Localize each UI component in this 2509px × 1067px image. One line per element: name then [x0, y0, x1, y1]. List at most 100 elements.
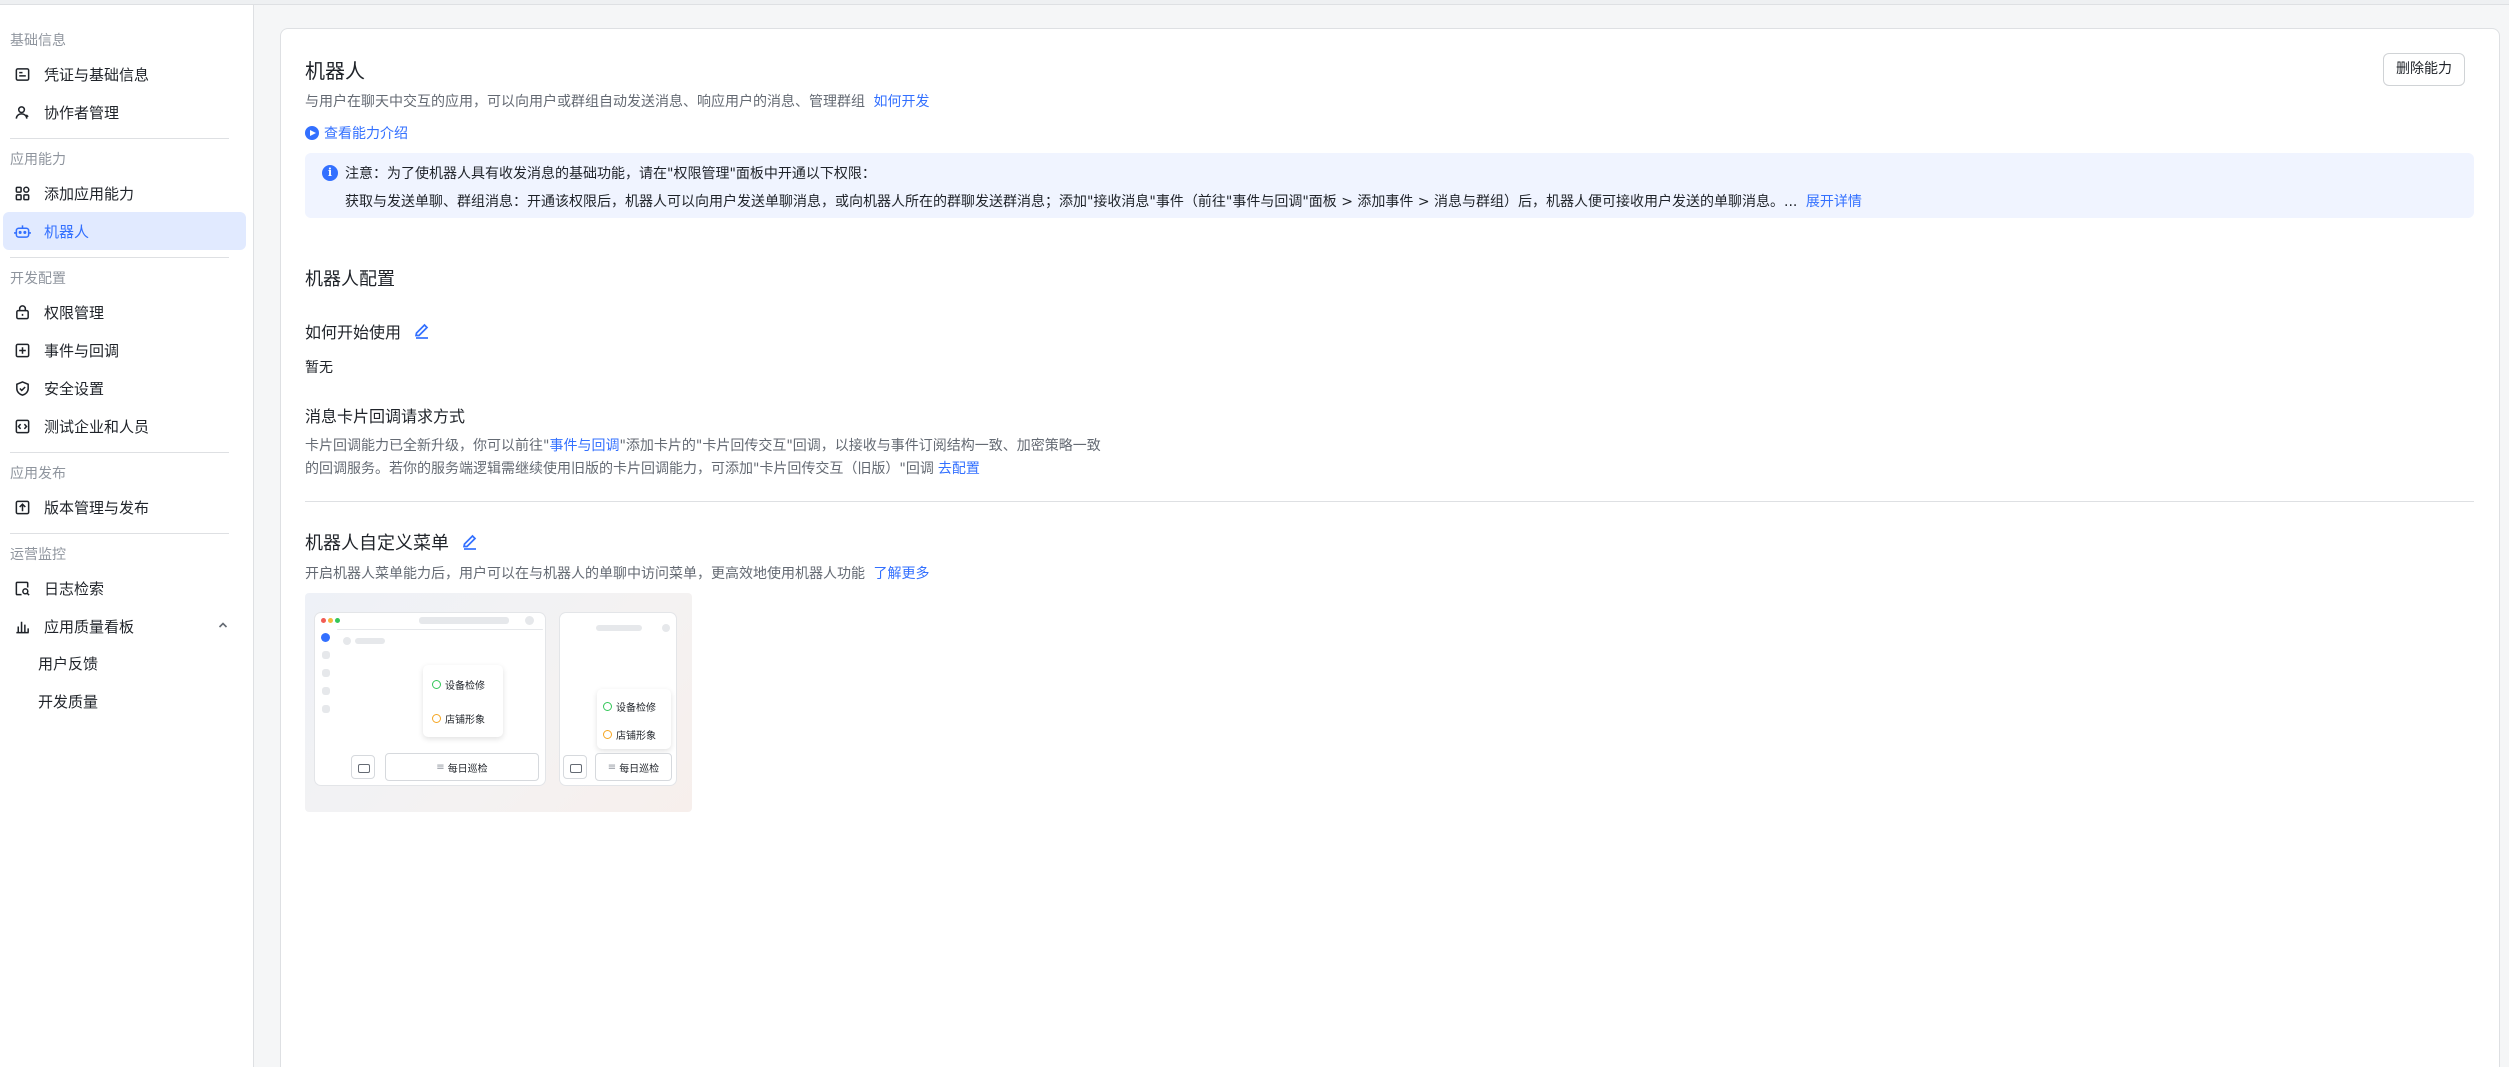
sidebar-divider: [10, 138, 229, 139]
sidebar-icon: [322, 687, 330, 695]
robot-icon: [12, 221, 32, 241]
learn-more-link[interactable]: 了解更多: [873, 566, 929, 582]
how-to-start-label: 如何开始使用: [305, 323, 402, 342]
store-icon: [603, 730, 612, 739]
sidebar-subitem[interactable]: 用户反馈: [0, 645, 253, 683]
custom-menu-description-row: 开启机器人菜单能力后，用户可以在与机器人的单聊中访问菜单，更高效地使用机器人功能…: [305, 563, 929, 583]
window-dot: [335, 618, 340, 623]
app-logo-icon: [321, 633, 330, 642]
view-intro-label: 查看能力介绍: [324, 126, 408, 142]
sidebar-item-label: 安全设置: [44, 379, 105, 398]
sidebar-divider: [10, 452, 229, 453]
menu-item-label: 店铺形象: [616, 731, 656, 742]
menu-item-label: 每日巡检: [447, 763, 488, 775]
menu-item-label: 每日巡检: [619, 763, 660, 775]
sidebar-item-label: 添加应用能力: [44, 184, 135, 203]
sidebar-item-credential[interactable]: 凭证与基础信息: [3, 55, 246, 93]
menu-item-store-image: 店铺形象: [432, 711, 485, 726]
wrench-icon: [603, 702, 612, 711]
menu-preview-image: 设备检修 店铺形象 ≡ 每日巡检 设备检修 店铺形象 ≡ 每日巡检: [305, 593, 692, 812]
chevron-up-icon[interactable]: [216, 618, 230, 632]
camera-icon: [351, 755, 375, 779]
sidebar-group-title: 基础信息: [10, 33, 66, 49]
sidebar-item-bar-chart[interactable]: 应用质量看板: [3, 607, 246, 645]
store-icon: [432, 714, 441, 723]
sidebar-item-event-callback[interactable]: 事件与回调: [3, 331, 246, 369]
card-callback-description: 卡片回调能力已全新升级，你可以前往"事件与回调"添加卡片的"卡片回传交互"回调，…: [305, 435, 1101, 481]
notice-line-1: 注意：为了使机器人具有收发消息的基础功能，请在"权限管理"面板中开通以下权限：: [345, 166, 876, 182]
shield-icon: [12, 378, 32, 398]
sidebar-divider: [10, 257, 229, 258]
window-dot: [321, 618, 326, 623]
expand-details-link[interactable]: 展开详情: [1806, 194, 1862, 210]
sidebar-item-label: 事件与回调: [44, 341, 120, 360]
sidebar-subitem[interactable]: 开发质量: [0, 683, 253, 721]
sidebar-item-upload[interactable]: 版本管理与发布: [3, 488, 246, 526]
how-to-start-row: 如何开始使用: [305, 319, 431, 343]
test-icon: [12, 416, 32, 436]
window-avatar: [525, 616, 534, 625]
description-text: 与用户在聊天中交互的应用，可以向用户或群组自动发送消息、响应用户的消息、管理群组: [305, 94, 865, 110]
sidebar-group-title: 运营监控: [10, 547, 66, 563]
info-icon: i: [322, 165, 338, 181]
bar-chart-icon: [12, 616, 32, 636]
sidebar-item-user-manage[interactable]: 协作者管理: [3, 93, 246, 131]
edit-icon[interactable]: [461, 533, 479, 551]
desktop-daily-inspection-bar: ≡ 每日巡检: [385, 753, 539, 781]
sidebar-group-title: 应用发布: [10, 466, 66, 482]
callback-line-1-a: 卡片回调能力已全新升级，你可以前往": [305, 438, 550, 454]
callback-line-2-text: 的回调服务。若你的服务端逻辑需继续使用旧版的卡片回调能力，可添加"卡片回传交互（…: [305, 461, 934, 477]
menu-item-store-image: 店铺形象: [603, 727, 656, 742]
chat-avatar: [343, 637, 351, 645]
edit-icon[interactable]: [413, 322, 431, 340]
log-search-icon: [12, 578, 32, 598]
menu-item-label: 设备检修: [616, 703, 656, 714]
wrench-icon: [432, 680, 441, 689]
notice-line-2-text: 获取与发送单聊、群组消息：开通该权限后，机器人可以向用户发送单聊消息，或向机器人…: [345, 194, 1798, 210]
event-callback-link[interactable]: 事件与回调: [549, 438, 619, 454]
sidebar-item-shield[interactable]: 安全设置: [3, 369, 246, 407]
page-description: 与用户在聊天中交互的应用，可以向用户或群组自动发送消息、响应用户的消息、管理群组…: [305, 91, 929, 111]
mobile-menu-popup: 设备检修 店铺形象: [597, 689, 671, 749]
play-icon: [305, 126, 319, 140]
mobile-title-bar: [596, 625, 642, 631]
upload-icon: [12, 497, 32, 517]
sidebar-icon: [322, 669, 330, 677]
delete-capability-button[interactable]: 删除能力: [2383, 53, 2465, 86]
notice-line-2: 获取与发送单聊、群组消息：开通该权限后，机器人可以向用户发送单聊消息，或向机器人…: [345, 191, 1862, 211]
sidebar-item-permission[interactable]: 权限管理: [3, 293, 246, 331]
top-bar: [0, 0, 2509, 5]
credential-icon: [12, 64, 32, 84]
how-to-develop-link[interactable]: 如何开发: [873, 94, 929, 110]
menu-item-device-repair: 设备检修: [432, 677, 485, 692]
sidebar-item-label: 版本管理与发布: [44, 498, 150, 517]
desktop-menu-popup: 设备检修 店铺形象: [423, 665, 503, 737]
sidebar-icon: [322, 651, 330, 659]
callback-line-1-b: "添加卡片的"卡片回传交互"回调，以接收与事件订阅结构一致、加密策略一致: [619, 438, 1101, 454]
permission-notice: i 注意：为了使机器人具有收发消息的基础功能，请在"权限管理"面板中开通以下权限…: [305, 153, 2474, 218]
custom-menu-description: 开启机器人菜单能力后，用户可以在与机器人的单聊中访问菜单，更高效地使用机器人功能: [305, 566, 865, 582]
permission-icon: [12, 302, 32, 322]
sidebar-item-label: 机器人: [44, 222, 90, 241]
view-intro-link[interactable]: 查看能力介绍: [305, 123, 408, 143]
sidebar-item-test[interactable]: 测试企业和人员: [3, 407, 246, 445]
sidebar-icon: [322, 705, 330, 713]
sidebar-item-log-search[interactable]: 日志检索: [3, 569, 246, 607]
how-to-start-value: 暂无: [305, 360, 333, 376]
go-configure-link[interactable]: 去配置: [938, 461, 980, 477]
sidebar-group-title: 开发配置: [10, 271, 66, 287]
sidebar-item-label: 协作者管理: [44, 103, 120, 122]
section-divider: [305, 501, 2474, 502]
window-titlebar: [419, 617, 509, 624]
sidebar: 基础信息 凭证与基础信息 协作者管理应用能力 添加应用能力 机器人开发配置 权限…: [0, 5, 254, 1067]
callback-line-2: 的回调服务。若你的服务端逻辑需继续使用旧版的卡片回调能力，可添加"卡片回传交互（…: [305, 458, 1101, 481]
sidebar-item-label: 日志检索: [44, 579, 105, 598]
window-divider: [337, 629, 543, 630]
window-dot: [328, 618, 333, 623]
event-callback-icon: [12, 340, 32, 360]
chat-name: [355, 638, 385, 644]
menu-item-label: 设备检修: [445, 681, 485, 692]
sidebar-item-robot[interactable]: 机器人: [3, 212, 246, 250]
sidebar-group-title: 应用能力: [10, 152, 66, 168]
sidebar-item-add-capability[interactable]: 添加应用能力: [3, 174, 246, 212]
